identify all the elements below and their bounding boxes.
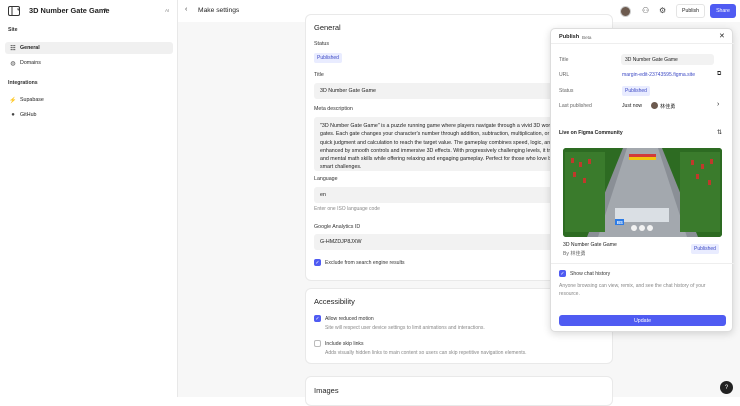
community-icon[interactable]: ⚇ (642, 6, 649, 15)
sidebar-item-supabase[interactable]: ⚡ Supabase (5, 94, 173, 106)
panel-status-badge: Published (622, 86, 650, 96)
accessibility-heading: Accessibility (314, 297, 355, 306)
game-thumbnail[interactable]: BS (563, 148, 722, 237)
last-published-value: Just now (622, 103, 643, 109)
site-heading: Site (8, 27, 18, 33)
project-chevron-down-icon[interactable]: ▾ (104, 7, 107, 13)
exclude-search-checkbox[interactable]: ✓ (314, 259, 321, 266)
publish-button[interactable]: Publish (676, 4, 705, 18)
last-published-label: Last published (559, 103, 592, 109)
images-card: Images (305, 376, 613, 406)
share-link-icon[interactable]: ⇅ (717, 129, 722, 136)
images-heading: Images (314, 386, 339, 395)
reduced-motion-label: Allow reduced motion (325, 316, 374, 322)
supabase-icon: ⚡ (9, 97, 17, 104)
divider (551, 43, 734, 44)
chevron-right-icon[interactable]: › (717, 101, 719, 108)
panel-status-label: Status (559, 88, 574, 94)
title-label: Title (314, 72, 324, 78)
sidebar-item-label: Domains (20, 60, 41, 66)
sidebar-item-general[interactable]: ☷ General (5, 42, 173, 54)
sidebar-header: ▾ 3D Number Gate Game ▾ AI (0, 0, 178, 22)
help-icon[interactable]: ? (720, 381, 733, 394)
sidebar: ▾ 3D Number Gate Game ▾ AI Site ☷ Genera… (0, 0, 178, 397)
github-icon: ● (11, 112, 15, 118)
share-button[interactable]: Share (710, 4, 736, 18)
reduced-motion-checkbox[interactable]: ✓ (314, 315, 321, 322)
user-avatar (651, 102, 658, 109)
update-button[interactable]: Update (559, 315, 726, 326)
copy-icon[interactable]: ⧉ (717, 71, 721, 78)
url-label: URL (559, 72, 570, 78)
chevron-down-icon[interactable]: ▾ (17, 7, 20, 13)
sidebar-item-github[interactable]: ● GitHub (5, 109, 173, 121)
list-icon: ☷ (10, 45, 16, 52)
language-label: Language (314, 176, 338, 182)
exclude-search-label: Exclude from search engine results (325, 260, 405, 266)
general-heading: General (314, 23, 341, 32)
publish-panel: Publish Beta ✕ Title 3D Number Gate Game… (550, 28, 734, 332)
panel-title-label: Title (559, 57, 569, 63)
language-hint: Enter one ISO language code (314, 206, 380, 212)
publish-panel-title: Publish (559, 34, 580, 40)
sidebar-item-label: General (20, 45, 40, 51)
meta-description-label: Meta description (314, 106, 353, 112)
integrations-heading: Integrations (8, 80, 38, 86)
status-label: Status (314, 41, 330, 47)
close-icon[interactable]: ✕ (719, 32, 725, 40)
skip-links-checkbox[interactable] (314, 340, 321, 347)
skip-links-hint: Adds visually hidden links to main conte… (325, 350, 527, 356)
show-chat-history-checkbox[interactable]: ✓ (559, 270, 566, 277)
chat-history-hint: Anyone browsing can view, remix, and see… (559, 283, 706, 297)
avatar[interactable] (620, 6, 631, 17)
sidebar-item-label: Supabase (20, 97, 44, 103)
skip-links-label: Include skip links (325, 341, 364, 347)
status-badge: Published (314, 53, 342, 63)
show-chat-history-label: Show chat history (570, 271, 611, 277)
last-published-user: 林佳勇 (660, 104, 676, 110)
url-link[interactable]: margin-edit-23743595.figma.site (622, 72, 695, 78)
page-title: Make settings (198, 7, 240, 14)
project-name[interactable]: 3D Number Gate Game (29, 6, 110, 15)
divider (551, 263, 734, 264)
globe-icon: ◍ (10, 60, 16, 67)
sidebar-item-label: GitHub (20, 112, 37, 118)
game-title: 3D Number Gate Game (563, 242, 617, 248)
beta-label: Beta (582, 34, 592, 40)
game-author: By 林佳勇 (563, 251, 586, 257)
sidebar-item-domains[interactable]: ◍ Domains (5, 57, 173, 69)
community-label: Live on Figma Community (559, 130, 623, 136)
gear-icon[interactable]: ⚙ (659, 6, 666, 15)
ai-label[interactable]: AI (165, 8, 169, 13)
thumb-score: BS (617, 220, 623, 225)
reduced-motion-hint: Site will respect user device settings t… (325, 325, 485, 331)
google-analytics-label: Google Analytics ID (314, 224, 361, 230)
game-status-badge: Published (691, 244, 719, 254)
game-scene-image (563, 148, 722, 237)
back-chevron-icon[interactable]: ‹ (185, 6, 187, 13)
panel-title-field[interactable]: 3D Number Gate Game (621, 54, 714, 65)
